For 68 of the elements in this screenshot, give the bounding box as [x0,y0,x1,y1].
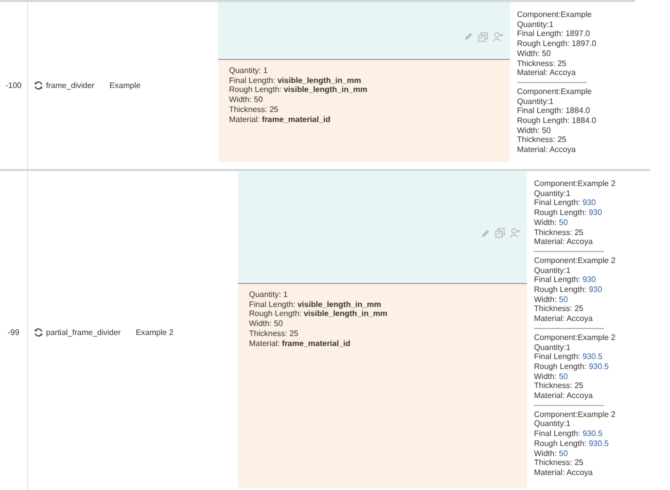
pencil-icon[interactable] [464,32,473,41]
component-detail: Material: Accoya [534,237,594,247]
component-detail: Thickness: 25 [534,381,584,392]
component-detail: Quantity:1 [517,20,554,30]
detail-line: Thickness: 25 [229,104,280,115]
detail-line: Thickness: 25 [249,328,300,339]
component-type: frame_divider [46,80,94,92]
detail-line: Rough Length: visible_length_in_mm [249,309,388,320]
component-detail: Width: 50 [534,294,569,304]
component-detail: Rough Length: 930 [534,208,604,218]
copy-icon[interactable] [478,32,488,42]
detail-line: Material: frame_material_id [249,338,352,348]
detail-line: Final Length: visible_length_in_mm [249,300,382,310]
person-icon[interactable] [493,32,504,42]
component-detail: Rough Length: 930.5 [534,362,610,372]
sync-icon [34,81,43,90]
component-detail: Material: Accoya [534,314,594,324]
copy-icon[interactable] [495,228,505,238]
component-detail: Final Length: 930.5 [534,429,604,439]
component-detail: Width: 50 [534,218,569,228]
pencil-icon[interactable] [481,228,490,238]
detail-line: Rough Length: visible_length_in_mm [229,85,368,96]
component-detail: Final Length: 930.5 [534,352,604,362]
component-detail: Component:Example [517,86,593,97]
row-index: -100 [5,80,22,92]
component-detail: Component:Example 2 [534,410,616,420]
component-detail: Thickness: 25 [534,304,584,314]
component-detail: Quantity:1 [534,266,572,276]
component-detail: Thickness: 25 [517,135,568,146]
component-detail: Final Length: 930 [534,275,597,286]
component-detail: Final Length: 930 [534,198,597,208]
component-detail: Material: Accoya [517,68,577,78]
component-detail: Final Length: 1897.0 [517,29,591,40]
component-detail: Rough Length: 1897.0 [517,39,596,49]
component-detail: Rough Length: 930 [534,285,604,295]
component-detail: Material: Accoya [517,145,577,155]
component-detail: Quantity:1 [534,419,572,430]
component-detail: Rough Length: 930.5 [534,438,610,449]
component-detail: Rough Length: 1884.0 [517,116,596,126]
detail-line: Quantity: 1 [229,66,269,76]
component-detail: Thickness: 25 [534,458,584,468]
component-detail: Component:Example 2 [534,332,616,343]
detail-line: Quantity: 1 [249,290,289,300]
component-detail: Thickness: 25 [534,228,584,238]
component-detail: Width: 50 [534,448,569,458]
component-detail: Width: 50 [517,48,552,59]
component-detail: Quantity:1 [534,188,572,198]
component-detail: Material: Accoya [534,391,594,401]
row-index: -99 [8,326,20,338]
component-detail: Component:Example 2 [534,179,616,189]
component-name: Example [109,80,141,92]
detail-line: Width: 50 [249,319,284,329]
component-type: partial_frame_divider [46,326,121,338]
component-detail: Thickness: 25 [517,58,568,68]
person-icon[interactable] [510,228,521,238]
component-detail: Width: 50 [517,126,552,136]
component-detail: Quantity:1 [534,342,572,352]
detail-line: Material: frame_material_id [229,114,332,124]
component-detail: Width: 50 [534,372,569,382]
detail-line: Width: 50 [229,95,264,105]
detail-line: Final Length: visible_length_in_mm [229,76,362,86]
component-detail: Component:Example [517,10,593,20]
sync-icon [34,328,43,337]
component-detail: Quantity:1 [517,96,554,106]
component-name: Example 2 [136,326,174,338]
component-detail: Component:Example 2 [534,256,616,266]
component-detail: Final Length: 1884.0 [517,106,591,116]
component-detail: Material: Accoya [534,468,594,478]
